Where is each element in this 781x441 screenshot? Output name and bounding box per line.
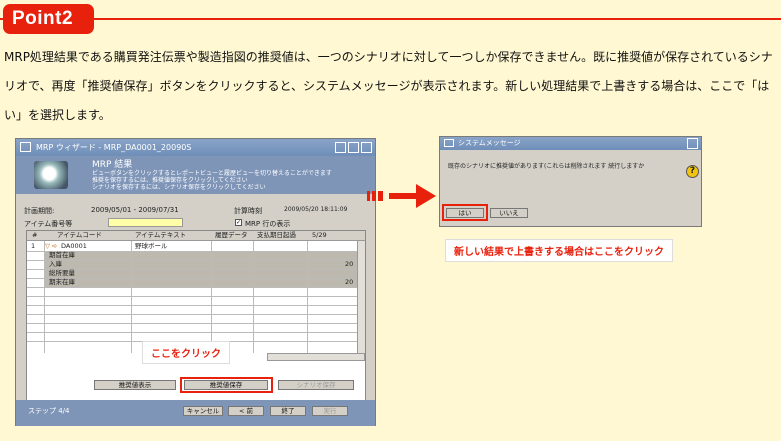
grid-horizontal-scrollbar[interactable] [267,353,365,361]
expand-toggle-icon[interactable]: ▽ ➪ [45,242,58,251]
back-button[interactable]: < 前 [228,406,264,416]
no-button[interactable]: いいえ [490,208,528,218]
dialog-app-icon [444,139,454,147]
wizard-titlebar: MRP ウィザード - MRP_DA0001_20090S [16,139,375,156]
step-indicator: ステップ 4/4 [28,407,70,415]
column-header: アイテムテキスト [135,231,187,239]
timestamp-label: 計算時刻 [234,207,262,215]
row-label: 期首在庫 [49,251,75,259]
column-header: # [32,231,38,239]
dialog-title: システムメッセージ [458,139,521,147]
arrow-head-icon [416,184,436,208]
arrow-body [389,193,417,199]
period-label: 計画期間: [24,207,55,215]
intro-text: MRP処理結果である購買発注伝票や製造指図の推奨値は、一つのシナリオに対して一つ… [4,50,773,122]
arrow-bars [367,191,383,201]
save-button-highlight [180,377,273,393]
mrp-wizard-window: MRP ウィザード - MRP_DA0001_20090S MRP 結果 ビュー… [15,138,376,426]
period-value: 2009/05/01 - 2009/07/31 [91,206,179,214]
item-no-label: アイテム番号等 [24,220,73,228]
grid-header: # アイテムコード アイテムテキスト 履歴データ 支払期日起過 5/29 [27,231,365,241]
item-code[interactable]: DA0001 [61,242,87,251]
column-header: 5/29 [312,231,327,239]
column-header: アイテムコード [57,231,102,239]
item-text: 野球ボール [135,242,168,250]
overwrite-note: 新しい結果で上書きする場合はここをクリック [445,239,673,262]
close-icon[interactable] [687,138,698,149]
run-button[interactable]: 実行 [312,406,348,416]
row-label: 入庫 [49,260,62,268]
view-recommend-button[interactable]: 推奨値表示 [94,380,176,390]
row-value: 20 [345,260,354,268]
top-divider-line [0,18,781,20]
row-value: 20 [345,278,354,286]
row-label: 期末在庫 [49,278,75,286]
header-line: シナリオを保存するには、シナリオ保存をクリックしてください [92,184,266,191]
dialog-titlebar: システムメッセージ [440,137,701,150]
column-header: 履歴データ [215,231,248,239]
finish-button[interactable]: 終了 [270,406,306,416]
mrp-results-grid: # アイテムコード アイテムテキスト 履歴データ 支払期日起過 5/29 1 ▽… [26,230,366,423]
mrp-checkbox-label: MRP 行の表示 [245,220,291,228]
system-message-dialog: システムメッセージ 既存のシナリオに推奨値があります(これらは削除されます 続行… [439,136,702,227]
save-scenario-button[interactable]: シナリオ保存 [278,380,354,390]
click-here-note: ここをクリック [142,341,230,364]
cancel-button[interactable]: キャンセル [183,406,223,416]
timestamp-value: 2009/05/20 18:11:09 [284,206,348,213]
maximize-icon[interactable] [348,142,359,153]
wizard-header: MRP 結果 ビューボタンをクリックするとレポートビューと履歴ビューを切り替える… [16,156,375,194]
dialog-message: 既存のシナリオに推奨値があります(これらは削除されます 続行しますか [448,163,645,170]
close-icon[interactable] [361,142,372,153]
column-header: 支払期日起過 [257,231,296,239]
question-icon: ? [686,165,699,178]
grid-vertical-scrollbar[interactable] [357,241,365,353]
item-no-input[interactable] [108,218,183,227]
window-app-icon [20,142,31,152]
mrp-rows-checkbox[interactable]: ✓ [235,219,242,226]
row-number: 1 [31,242,36,250]
wizard-gear-icon [34,161,68,189]
yes-button-highlight [442,204,488,221]
minimize-icon[interactable] [335,142,346,153]
wizard-title: MRP ウィザード - MRP_DA0001_20090S [36,143,192,152]
point-badge: Point2 [3,4,94,34]
row-label: 総所要量 [49,269,75,277]
